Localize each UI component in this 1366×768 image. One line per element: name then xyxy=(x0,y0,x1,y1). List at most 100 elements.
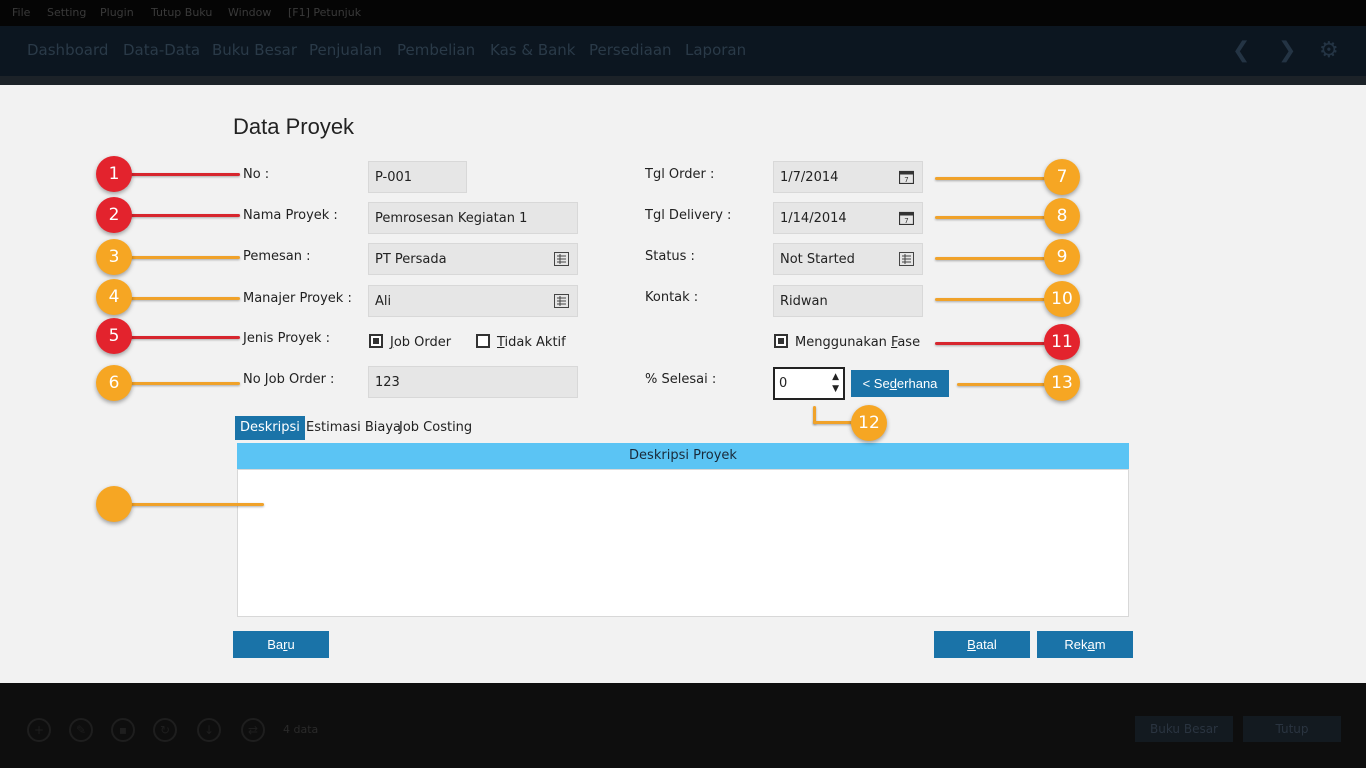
nav-data-data[interactable]: Data-Data xyxy=(123,41,200,59)
tgl-delivery-field[interactable]: 1/14/2014 7 xyxy=(773,202,923,234)
callout-line-deskripsi xyxy=(130,503,264,506)
batal-hotkey: B xyxy=(967,637,976,652)
callout-line-11 xyxy=(935,342,1045,345)
callout-badge-4: 4 xyxy=(96,279,132,315)
nav-penjualan[interactable]: Penjualan xyxy=(309,41,382,59)
tab-estimasi-biaya[interactable]: Estimasi Biaya xyxy=(306,416,401,440)
delete-icon[interactable]: ▪ xyxy=(111,718,135,742)
svg-text:7: 7 xyxy=(904,176,908,184)
no-value: P-001 xyxy=(375,170,413,185)
nav-dashboard[interactable]: Dashboard xyxy=(27,41,108,59)
refresh-icon[interactable]: ↻ xyxy=(153,718,177,742)
deskripsi-panel-header: Deskripsi Proyek xyxy=(237,443,1129,469)
buku-besar-button[interactable]: Buku Besar xyxy=(1135,716,1233,742)
nav-kas-bank[interactable]: Kas & Bank xyxy=(490,41,576,59)
tgl-order-field[interactable]: 1/7/2014 7 xyxy=(773,161,923,193)
sederhana-text-pre: < Se xyxy=(862,376,890,391)
label-nama-proyek: Nama Proyek : xyxy=(243,208,338,223)
callout-badge-deskripsi xyxy=(96,486,132,522)
chevron-right-icon[interactable]: ❯ xyxy=(1278,38,1296,63)
menu-setting[interactable]: Setting xyxy=(47,6,86,19)
rekam-text-pre: Rek xyxy=(1064,637,1088,652)
nav-laporan[interactable]: Laporan xyxy=(685,41,746,59)
add-icon[interactable]: + xyxy=(27,718,51,742)
label-pemesan: Pemesan : xyxy=(243,249,311,264)
label-status: Status : xyxy=(645,249,695,264)
list-icon[interactable] xyxy=(554,294,569,308)
menu-plugin[interactable]: Plugin xyxy=(100,6,134,19)
callout-badge-1: 1 xyxy=(96,156,132,192)
callout-badge-2: 2 xyxy=(96,197,132,233)
nav-bar: Dashboard Data-Data Buku Besar Penjualan… xyxy=(0,26,1366,76)
callout-badge-3: 3 xyxy=(96,239,132,275)
label-jenis-proyek: Jenis Proyek : xyxy=(243,331,330,346)
calendar-icon[interactable]: 7 xyxy=(899,170,914,184)
tutup-button[interactable]: Tutup xyxy=(1243,716,1341,742)
menu-bar: File Setting Plugin Tutup Buku Window [F… xyxy=(0,0,1366,26)
label-tgl-delivery: Tgl Delivery : xyxy=(645,208,732,223)
baru-button[interactable]: Baru xyxy=(233,631,329,658)
rekam-hotkey: a xyxy=(1087,637,1095,652)
callout-line-6 xyxy=(130,382,240,385)
kontak-field[interactable]: Ridwan xyxy=(773,285,923,317)
tidak-aktif-hotkey: T xyxy=(497,335,505,350)
download-icon[interactable]: ↓ xyxy=(197,718,221,742)
callout-line-1 xyxy=(130,173,240,176)
list-icon[interactable] xyxy=(554,252,569,266)
sederhana-button[interactable]: < Sederhana xyxy=(851,370,949,397)
callout-badge-9: 9 xyxy=(1044,239,1080,275)
callout-badge-11: 11 xyxy=(1044,324,1080,360)
callout-line-12b xyxy=(813,421,853,424)
callout-badge-6: 6 xyxy=(96,365,132,401)
job-order-text: ob Order xyxy=(393,335,452,350)
tab-deskripsi[interactable]: Deskripsi xyxy=(235,416,305,440)
label-selesai: % Selesai : xyxy=(645,372,717,387)
list-icon[interactable] xyxy=(899,252,914,266)
baru-text-rest: u xyxy=(287,637,295,652)
rekam-button[interactable]: Rekam xyxy=(1037,631,1133,658)
no-field[interactable]: P-001 xyxy=(368,161,467,193)
nav-persediaan[interactable]: Persediaan xyxy=(589,41,672,59)
manajer-field[interactable]: Ali xyxy=(368,285,578,317)
callout-line-5 xyxy=(130,336,240,339)
callout-line-2 xyxy=(130,214,240,217)
callout-line-13 xyxy=(957,383,1045,386)
sederhana-hotkey: d xyxy=(889,376,897,391)
callout-badge-5: 5 xyxy=(96,318,132,354)
gear-icon[interactable]: ⚙ xyxy=(1319,38,1339,63)
nama-proyek-field[interactable]: Pemrosesan Kegiatan 1 xyxy=(368,202,578,234)
spin-down-icon[interactable]: ▼ xyxy=(832,384,839,394)
menggunakan-fase-label: Menggunakan Fase xyxy=(795,335,920,350)
menggunakan-fase-checkbox[interactable] xyxy=(774,334,788,348)
label-manajer: Manajer Proyek : xyxy=(243,291,352,306)
sync-icon[interactable]: ⇄ xyxy=(241,718,265,742)
chevron-left-icon[interactable]: ❮ xyxy=(1232,38,1250,63)
tidak-aktif-checkbox[interactable] xyxy=(476,334,490,348)
job-order-label: Job Order xyxy=(390,335,451,350)
status-field[interactable]: Not Started xyxy=(773,243,923,275)
nav-buku-besar[interactable]: Buku Besar xyxy=(212,41,297,59)
svg-text:7: 7 xyxy=(904,217,908,225)
batal-button[interactable]: Batal xyxy=(934,631,1030,658)
pemesan-field[interactable]: PT Persada xyxy=(368,243,578,275)
menu-tutup-buku[interactable]: Tutup Buku xyxy=(151,6,212,19)
nama-proyek-value: Pemrosesan Kegiatan 1 xyxy=(375,211,528,226)
label-kontak: Kontak : xyxy=(645,290,699,305)
menu-petunjuk[interactable]: [F1] Petunjuk xyxy=(288,6,361,19)
callout-line-3 xyxy=(130,256,240,259)
selesai-stepper[interactable]: 0 ▲ ▼ xyxy=(773,367,845,400)
edit-icon[interactable]: ✎ xyxy=(69,718,93,742)
footer-toolbar: + ✎ ▪ ↻ ↓ ⇄ 4 data Buku Besar Tutup xyxy=(0,683,1366,768)
menu-window[interactable]: Window xyxy=(228,6,271,19)
status-value: Not Started xyxy=(780,252,855,267)
sederhana-text-rest: erhana xyxy=(896,376,938,391)
job-order-checkbox[interactable] xyxy=(369,334,383,348)
nav-pembelian[interactable]: Pembelian xyxy=(397,41,475,59)
spin-up-icon[interactable]: ▲ xyxy=(832,372,839,382)
calendar-icon[interactable]: 7 xyxy=(899,211,914,225)
menu-file[interactable]: File xyxy=(12,6,30,19)
no-job-order-field[interactable]: 123 xyxy=(368,366,578,398)
tab-job-costing[interactable]: Job Costing xyxy=(399,416,472,440)
record-count: 4 data xyxy=(283,723,319,736)
deskripsi-textarea[interactable] xyxy=(237,469,1129,617)
